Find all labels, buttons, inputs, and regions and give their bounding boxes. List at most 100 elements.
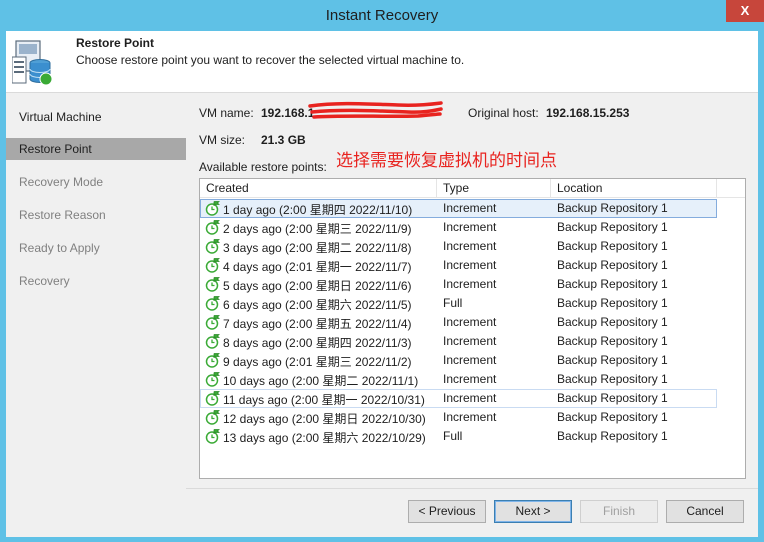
restore-point-icon xyxy=(205,372,220,387)
original-host-value: 192.168.15.253 xyxy=(546,106,630,120)
cell-location: Backup Repository 1 xyxy=(557,353,668,367)
restore-point-panel: VM name: 192.168.1 Original host: 192.16… xyxy=(186,94,758,489)
restore-point-row[interactable]: 11 days ago (2:00 星期一 2022/10/31) Increme… xyxy=(200,389,717,408)
step-restore-reason: Restore Reason xyxy=(19,208,106,222)
restore-point-icon xyxy=(205,353,220,368)
cell-location: Backup Repository 1 xyxy=(557,296,668,310)
restore-points-list[interactable]: Created Type Location 1 day ago (2:00 星期… xyxy=(199,178,746,479)
restore-point-row[interactable]: 3 days ago (2:00 星期二 2022/11/8) Increment… xyxy=(200,237,717,256)
cell-created: 6 days ago (2:00 星期六 2022/11/5) xyxy=(223,298,412,312)
step-virtual-machine[interactable]: Virtual Machine xyxy=(6,106,186,128)
step-recovery-mode: Recovery Mode xyxy=(19,175,104,189)
restore-point-icon xyxy=(205,239,220,254)
restore-point-row[interactable]: 2 days ago (2:00 星期三 2022/11/9) Increment… xyxy=(200,218,717,237)
column-type[interactable]: Type xyxy=(436,179,550,198)
step-recovery: Recovery xyxy=(19,274,70,288)
restore-point-icon xyxy=(205,334,220,349)
restore-point-row[interactable]: 1 day ago (2:00 星期四 2022/11/10) Increment… xyxy=(200,199,717,218)
next-button[interactable]: Next > xyxy=(494,500,572,523)
annotation-text: 选择需要恢复虚拟机的时间点 xyxy=(336,151,557,171)
restore-point-row[interactable]: 13 days ago (2:00 星期六 2022/10/29) Full Bac… xyxy=(200,427,717,446)
restore-point-icon xyxy=(205,258,220,273)
cell-type: Increment xyxy=(443,353,497,367)
restore-point-row[interactable]: 12 days ago (2:00 星期日 2022/10/30) Increme… xyxy=(200,408,717,427)
cell-created: 7 days ago (2:00 星期五 2022/11/4) xyxy=(223,317,412,331)
cancel-button[interactable]: Cancel xyxy=(666,500,744,523)
cell-created: 3 days ago (2:00 星期二 2022/11/8) xyxy=(223,241,412,255)
cell-type: Increment xyxy=(443,334,497,348)
cell-type: Increment xyxy=(443,277,497,291)
vm-size-label: VM size: xyxy=(199,133,246,147)
cell-location: Backup Repository 1 xyxy=(557,258,668,272)
cell-created: 11 days ago (2:00 星期一 2022/10/31) xyxy=(223,393,425,407)
restore-point-icon xyxy=(205,201,220,216)
restore-point-icon xyxy=(205,220,220,235)
header-subtitle: Choose restore point you want to recover… xyxy=(76,53,465,67)
cell-location: Backup Repository 1 xyxy=(557,372,668,386)
cell-created: 13 days ago (2:00 星期六 2022/10/29) xyxy=(223,431,426,445)
cell-location: Backup Repository 1 xyxy=(557,429,668,443)
vm-size-value: 21.3 GB xyxy=(261,133,306,147)
footer-divider xyxy=(186,488,758,489)
restore-point-row[interactable]: 7 days ago (2:00 星期五 2022/11/4) Increment… xyxy=(200,313,717,332)
cell-type: Increment xyxy=(443,258,497,272)
header-title: Restore Point xyxy=(76,36,155,50)
wizard-steps: Virtual Machine Restore Point Recovery M… xyxy=(6,94,186,444)
cell-type: Increment xyxy=(443,201,497,215)
cell-type: Increment xyxy=(443,220,497,234)
restore-point-icon xyxy=(205,391,220,406)
cell-location: Backup Repository 1 xyxy=(557,334,668,348)
cell-type: Increment xyxy=(443,239,497,253)
cell-created: 4 days ago (2:01 星期一 2022/11/7) xyxy=(223,260,412,274)
restore-point-icon xyxy=(205,296,220,311)
cell-created: 2 days ago (2:00 星期三 2022/11/9) xyxy=(223,222,412,236)
original-host-label: Original host: xyxy=(468,106,539,120)
cell-location: Backup Repository 1 xyxy=(557,239,668,253)
cell-location: Backup Repository 1 xyxy=(557,201,668,215)
dialog-window: Restore Point Choose restore point you w… xyxy=(6,31,758,537)
cell-type: Increment xyxy=(443,391,497,405)
available-restore-points-label: Available restore points: xyxy=(199,160,327,174)
column-created[interactable]: Created xyxy=(200,179,436,198)
column-filler xyxy=(716,179,745,198)
vm-name-label: VM name: xyxy=(199,106,254,120)
vm-name-value: 192.168.1 xyxy=(261,106,315,120)
cell-created: 8 days ago (2:00 星期四 2022/11/3) xyxy=(223,336,412,350)
redaction-scribble xyxy=(308,101,443,119)
restore-point-icon xyxy=(205,277,220,292)
restore-point-row[interactable]: 6 days ago (2:00 星期六 2022/11/5) Full Backu… xyxy=(200,294,717,313)
cell-type: Increment xyxy=(443,372,497,386)
cell-created: 10 days ago (2:00 星期二 2022/11/1) xyxy=(223,374,419,388)
cell-created: 1 day ago (2:00 星期四 2022/11/10) xyxy=(223,203,413,217)
column-location[interactable]: Location xyxy=(550,179,716,198)
cell-location: Backup Repository 1 xyxy=(557,277,668,291)
cell-created: 12 days ago (2:00 星期日 2022/10/30) xyxy=(223,412,426,426)
step-restore-point[interactable]: Restore Point xyxy=(6,138,186,160)
close-button[interactable]: X xyxy=(726,0,764,22)
cell-created: 9 days ago (2:01 星期三 2022/11/2) xyxy=(223,355,412,369)
cell-location: Backup Repository 1 xyxy=(557,391,668,405)
restore-point-row[interactable]: 4 days ago (2:01 星期一 2022/11/7) Increment… xyxy=(200,256,717,275)
restore-point-icon xyxy=(12,40,52,86)
cell-location: Backup Repository 1 xyxy=(557,315,668,329)
cell-type: Full xyxy=(443,429,463,443)
restore-point-row[interactable]: 9 days ago (2:01 星期三 2022/11/2) Increment… xyxy=(200,351,717,370)
finish-button[interactable]: Finish xyxy=(580,500,658,523)
restore-point-row[interactable]: 10 days ago (2:00 星期二 2022/11/1) Incremen… xyxy=(200,370,717,389)
window-title: Instant Recovery xyxy=(325,7,439,24)
restore-point-row[interactable]: 5 days ago (2:00 星期日 2022/11/6) Increment… xyxy=(200,275,717,294)
cell-type: Full xyxy=(443,296,463,310)
cell-created: 5 days ago (2:00 星期日 2022/11/6) xyxy=(223,279,412,293)
cell-location: Backup Repository 1 xyxy=(557,220,668,234)
cell-type: Increment xyxy=(443,410,497,424)
restore-point-row[interactable]: 8 days ago (2:00 星期四 2022/11/3) Increment… xyxy=(200,332,717,351)
title-bar: Instant Recovery X xyxy=(0,0,764,30)
list-header: Created Type Location xyxy=(200,179,745,198)
restore-point-icon xyxy=(205,315,220,330)
previous-button[interactable]: < Previous xyxy=(408,500,486,523)
restore-point-icon xyxy=(205,429,220,444)
restore-point-icon xyxy=(205,410,220,425)
step-ready-to-apply: Ready to Apply xyxy=(19,241,100,255)
cell-location: Backup Repository 1 xyxy=(557,410,668,424)
cell-type: Increment xyxy=(443,315,497,329)
